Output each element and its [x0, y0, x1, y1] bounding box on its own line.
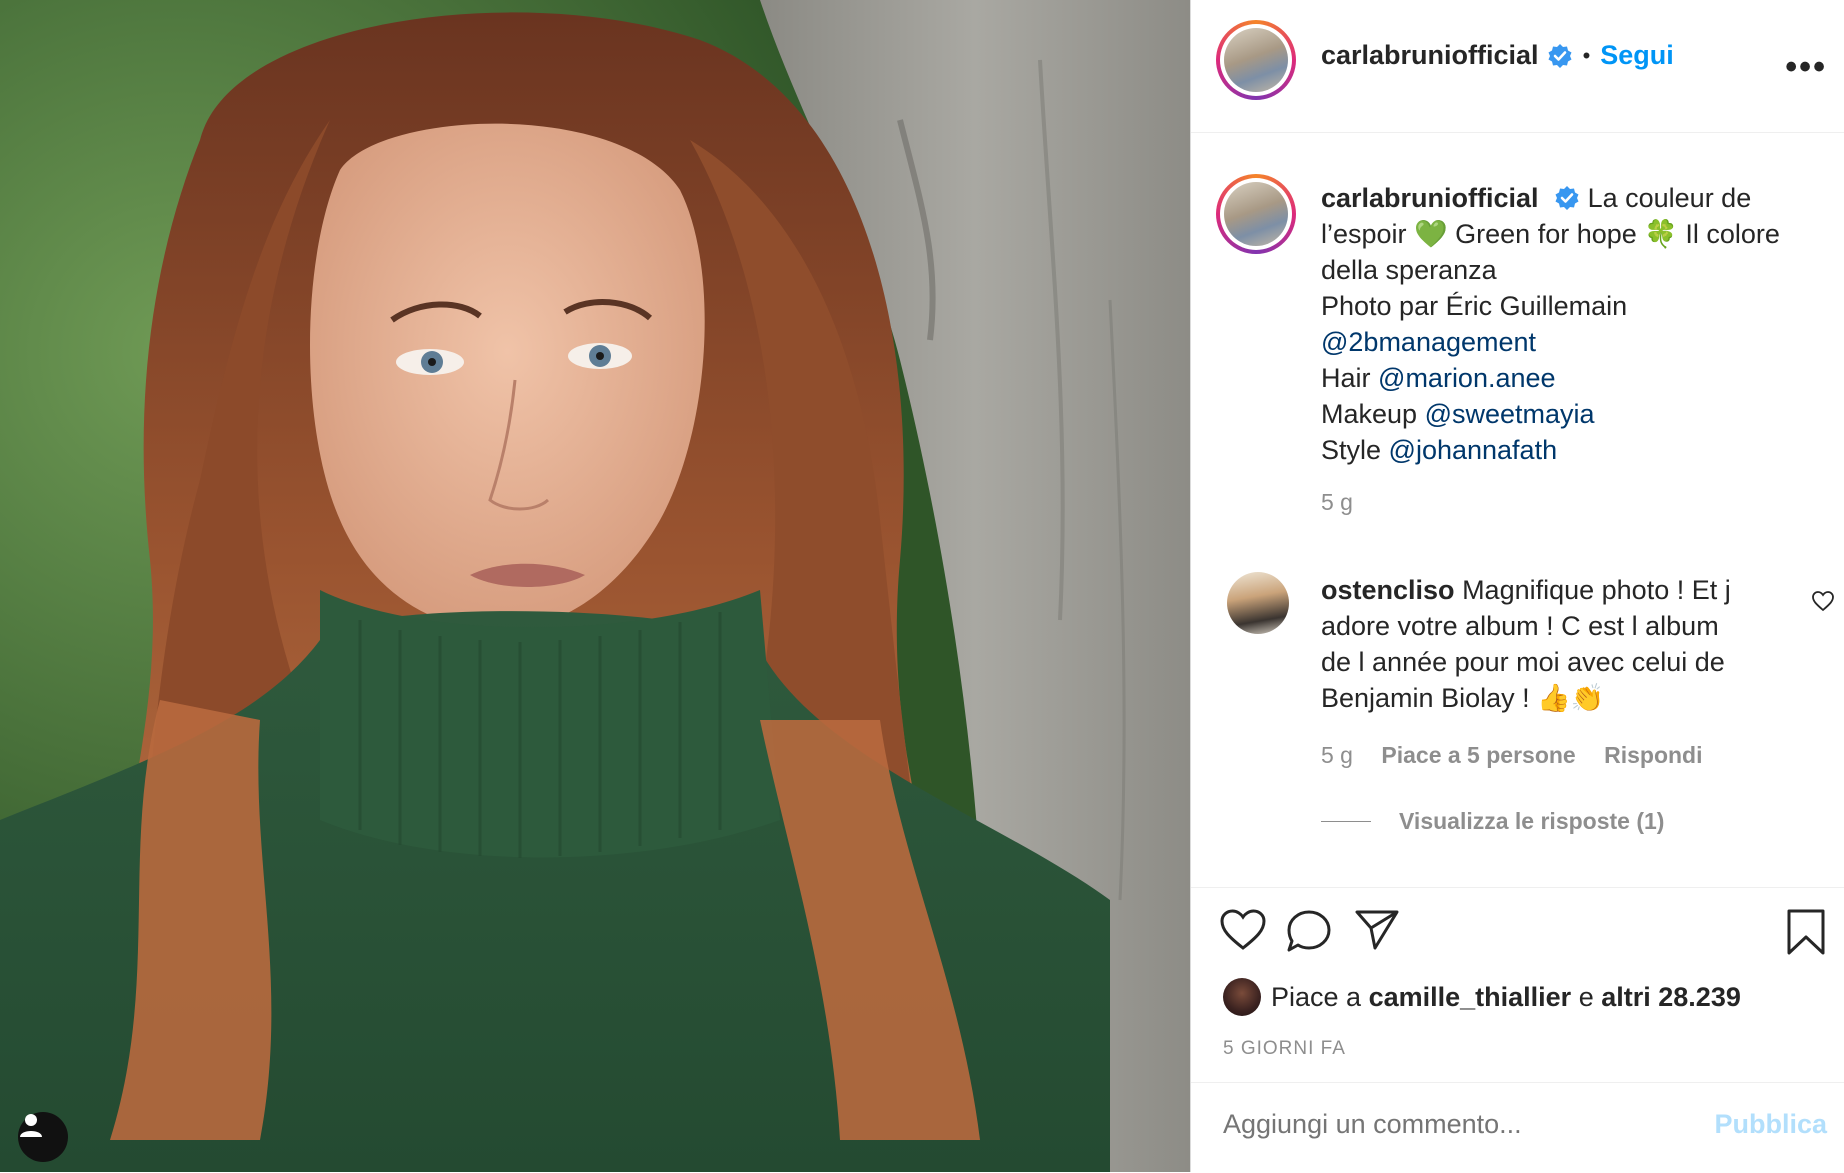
heart-icon[interactable]: [1219, 908, 1267, 952]
user-tag-button[interactable]: [18, 1112, 68, 1162]
publish-button[interactable]: Pubblica: [1714, 1109, 1827, 1140]
caption-line-4: Photo par Éric Guillemain: [1321, 291, 1628, 321]
comment-input[interactable]: [1223, 1109, 1683, 1140]
caption-username[interactable]: carlabruniofficial: [1321, 183, 1539, 213]
instagram-post-modal: carlabruniofficial • Segui ••• carlabrun…: [0, 0, 1844, 1172]
comment-text: ostencliso Magnifique photo ! Et j adore…: [1321, 572, 1781, 716]
comment-line-1: Magnifique photo ! Et j: [1462, 575, 1731, 605]
liker-username[interactable]: camille_thiallier: [1369, 982, 1572, 1013]
comments-section[interactable]: carlabruniofficial La couleur de l’espoi…: [1191, 132, 1844, 887]
user-tag-icon: [20, 1114, 42, 1137]
view-replies-label: Visualizza le risposte (1): [1399, 808, 1665, 834]
caption-label-hair: Hair: [1321, 363, 1371, 393]
add-comment-bar: Pubblica: [1191, 1082, 1844, 1173]
comment-likes-count[interactable]: Piace a 5 persone: [1381, 742, 1575, 768]
likes-summary: Piace a camille_thiallier e altri 28.239: [1223, 978, 1741, 1016]
comment-like-heart-icon[interactable]: [1811, 590, 1835, 612]
commenter-avatar[interactable]: [1227, 572, 1289, 634]
caption-label-makeup: Makeup: [1321, 399, 1418, 429]
post-date[interactable]: 5 GIORNI FA: [1223, 1038, 1346, 1060]
liker-avatar[interactable]: [1223, 978, 1261, 1016]
caption-label-style: Style: [1321, 435, 1382, 465]
separator-dot: •: [1582, 42, 1591, 68]
verified-badge-icon: [1555, 186, 1579, 210]
author-avatar[interactable]: [1216, 20, 1296, 100]
replies-divider: [1321, 821, 1371, 822]
follow-button[interactable]: Segui: [1600, 40, 1674, 71]
author-username[interactable]: carlabruniofficial: [1321, 40, 1539, 71]
caption-line-1: La couleur de: [1587, 183, 1752, 213]
comment-line-3: de l année pour moi avec celui de: [1321, 647, 1725, 677]
likes-prefix: Piace a: [1271, 981, 1362, 1012]
comment-line-2: adore votre album ! C est l album: [1321, 611, 1719, 641]
mention-link[interactable]: @sweetmayia: [1425, 399, 1595, 429]
comment-meta: 5 g Piace a 5 persone Rispondi: [1321, 742, 1725, 769]
caption-timestamp[interactable]: 5 g: [1321, 484, 1821, 520]
post-actions: Piace a camille_thiallier e altri 28.239…: [1191, 887, 1844, 1083]
comment-line-4: Benjamin Biolay ! 👍👏: [1321, 683, 1605, 713]
reply-button[interactable]: Rispondi: [1604, 742, 1702, 768]
comment-timestamp[interactable]: 5 g: [1321, 742, 1353, 768]
post-side-panel: carlabruniofficial • Segui ••• carlabrun…: [1190, 0, 1844, 1172]
bookmark-icon[interactable]: [1785, 908, 1827, 956]
caption-text: carlabruniofficial La couleur de l’espoi…: [1321, 180, 1821, 520]
post-photo[interactable]: [0, 0, 1190, 1172]
mention-link[interactable]: @2bmanagement: [1321, 327, 1536, 357]
caption-author-avatar[interactable]: [1216, 174, 1296, 254]
mention-link[interactable]: @johannafath: [1389, 435, 1558, 465]
caption-line-3: della speranza: [1321, 255, 1497, 285]
caption-line-2: l’espoir 💚 Green for hope 🍀 Il colore: [1321, 219, 1780, 249]
verified-badge-icon: [1548, 43, 1572, 68]
likes-conj: e: [1578, 981, 1594, 1012]
portrait-image: [0, 0, 1190, 1172]
comment-icon[interactable]: [1285, 908, 1333, 954]
mention-link[interactable]: @marion.anee: [1378, 363, 1556, 393]
post-header: carlabruniofficial • Segui •••: [1191, 0, 1844, 133]
more-options-icon[interactable]: •••: [1785, 48, 1827, 87]
others-likes-link[interactable]: altri 28.239: [1601, 982, 1741, 1013]
view-replies-button[interactable]: Visualizza le risposte (1): [1321, 808, 1664, 835]
commenter-username[interactable]: ostencliso: [1321, 575, 1455, 605]
share-icon[interactable]: [1353, 908, 1401, 952]
